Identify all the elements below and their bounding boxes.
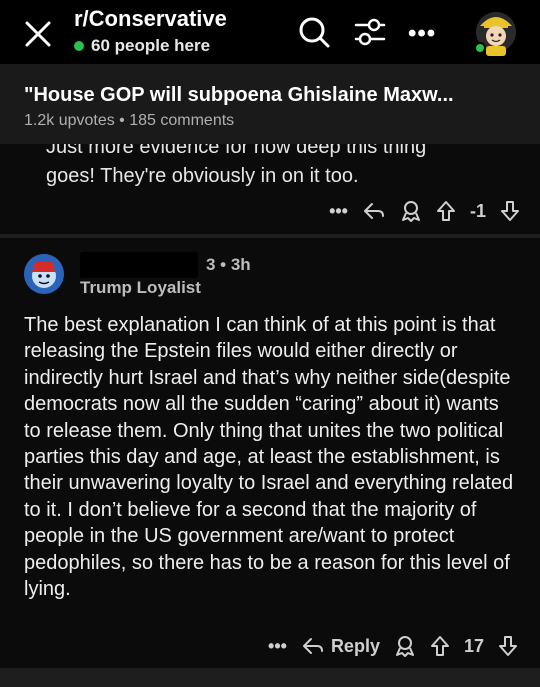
previous-comment-text-line2: goes! They're obviously in on it too. <box>46 165 359 187</box>
downvote-icon[interactable] <box>500 200 520 222</box>
reply-label: Reply <box>330 635 380 656</box>
online-dot-icon <box>74 41 84 51</box>
upvote-icon[interactable] <box>430 635 450 657</box>
search-icon[interactable] <box>296 14 332 50</box>
vote-count: 17 <box>463 635 484 656</box>
downvote-icon[interactable] <box>498 635 518 657</box>
comment-actions: ••• Reply 17 <box>268 635 518 657</box>
post-meta: 1.2k upvotes • 185 comments <box>24 112 235 129</box>
award-icon[interactable] <box>394 635 416 657</box>
comment: 3 • 3h Trump Loyalist The best explanati… <box>0 238 540 668</box>
top-bar: r/Conservative 60 people here ••• <box>0 0 540 64</box>
online-count: 60 people here <box>91 36 211 55</box>
filter-icon[interactable] <box>352 14 388 50</box>
online-indicator: 60 people here <box>74 36 210 56</box>
more-options-icon[interactable]: ••• <box>268 636 287 657</box>
more-options-icon[interactable]: ••• <box>329 201 348 222</box>
user-flair: Trump Loyalist <box>80 278 201 297</box>
avatar[interactable] <box>470 6 522 58</box>
previous-comment-text-line1: Just more evidence for how deep this thi… <box>46 144 427 158</box>
comment-timestamp: 3 • 3h <box>206 255 251 274</box>
vote-count: -1 <box>469 200 486 221</box>
post-title[interactable]: "House GOP will subpoena Ghislaine Maxw.… <box>24 84 454 107</box>
commenter-avatar[interactable] <box>24 254 64 294</box>
previous-comment-actions: ••• -1 <box>329 200 520 222</box>
redacted-username <box>80 252 198 278</box>
award-icon[interactable] <box>400 200 422 222</box>
comment-body: The best explanation I can think of at t… <box>24 314 514 601</box>
close-icon[interactable] <box>22 18 54 50</box>
previous-comment: Just more evidence for how deep this thi… <box>0 144 540 234</box>
next-comment-edge <box>0 668 540 687</box>
reply-icon[interactable] <box>362 200 386 222</box>
upvote-icon[interactable] <box>436 200 456 222</box>
subreddit-name[interactable]: r/Conservative <box>74 6 227 32</box>
reply-button[interactable]: Reply <box>301 635 380 657</box>
post-header[interactable]: "House GOP will subpoena Ghislaine Maxw.… <box>0 64 540 144</box>
reply-icon <box>302 638 323 654</box>
more-icon[interactable]: ••• <box>408 20 436 48</box>
